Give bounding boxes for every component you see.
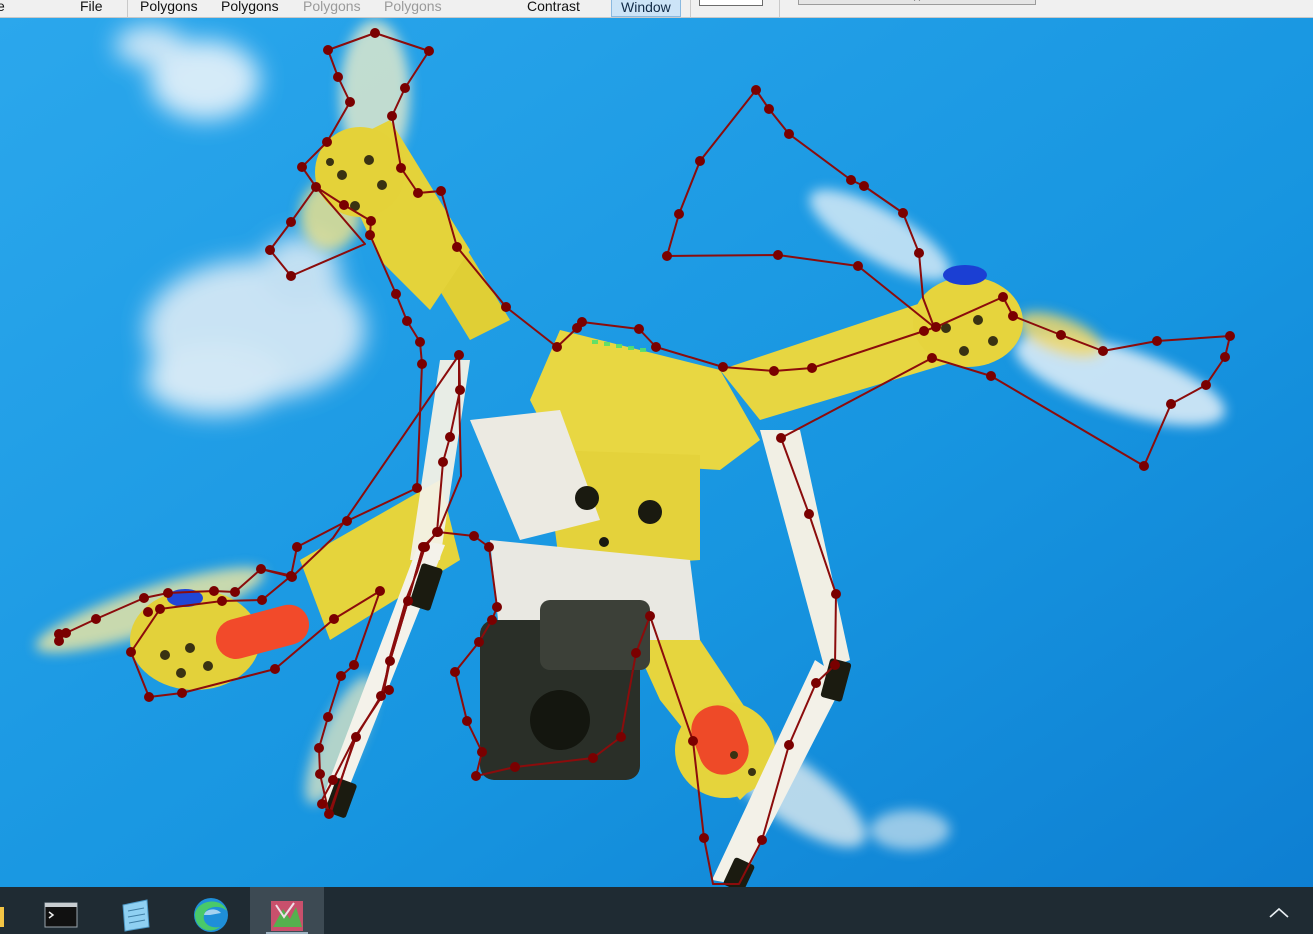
polygons-button-4[interactable]: Polygons — [384, 0, 442, 17]
terminal-icon — [44, 902, 78, 928]
taskbar-terminal[interactable] — [24, 887, 98, 934]
tray-overflow[interactable] — [1267, 900, 1291, 924]
toolbar: e File Polygons Polygons Polygons Polygo… — [0, 0, 1313, 18]
status-text: ( ) — [799, 0, 1035, 1]
taskbar-edge[interactable] — [174, 887, 248, 934]
image-canvas[interactable] — [0, 18, 1313, 887]
annotation-app-icon — [271, 901, 303, 931]
contrast-button[interactable]: Contrast — [527, 0, 580, 17]
partial-menu-item[interactable]: e — [0, 0, 5, 17]
edge-browser-icon — [194, 898, 228, 932]
polygons-button-3[interactable]: Polygons — [303, 0, 361, 17]
status-progress: ( ) — [798, 0, 1036, 5]
polygons-button-1[interactable]: Polygons — [140, 0, 198, 17]
notepad-icon — [122, 899, 150, 932]
toolbar-separator — [127, 0, 128, 17]
chevron-up-icon — [1269, 907, 1289, 918]
taskbar-notepad[interactable] — [99, 887, 173, 934]
polygons-button-2[interactable]: Polygons — [221, 0, 279, 17]
taskbar-annotation-app[interactable] — [250, 887, 324, 934]
value-input[interactable] — [699, 0, 763, 6]
toolbar-separator — [690, 0, 691, 17]
annotated-image[interactable] — [0, 18, 1313, 887]
toolbar-separator — [779, 0, 780, 17]
annotation-app-window: e File Polygons Polygons Polygons Polygo… — [0, 0, 1313, 887]
menu-file[interactable]: File — [80, 0, 103, 17]
taskbar — [0, 887, 1313, 934]
window-button[interactable]: Window — [611, 0, 681, 17]
